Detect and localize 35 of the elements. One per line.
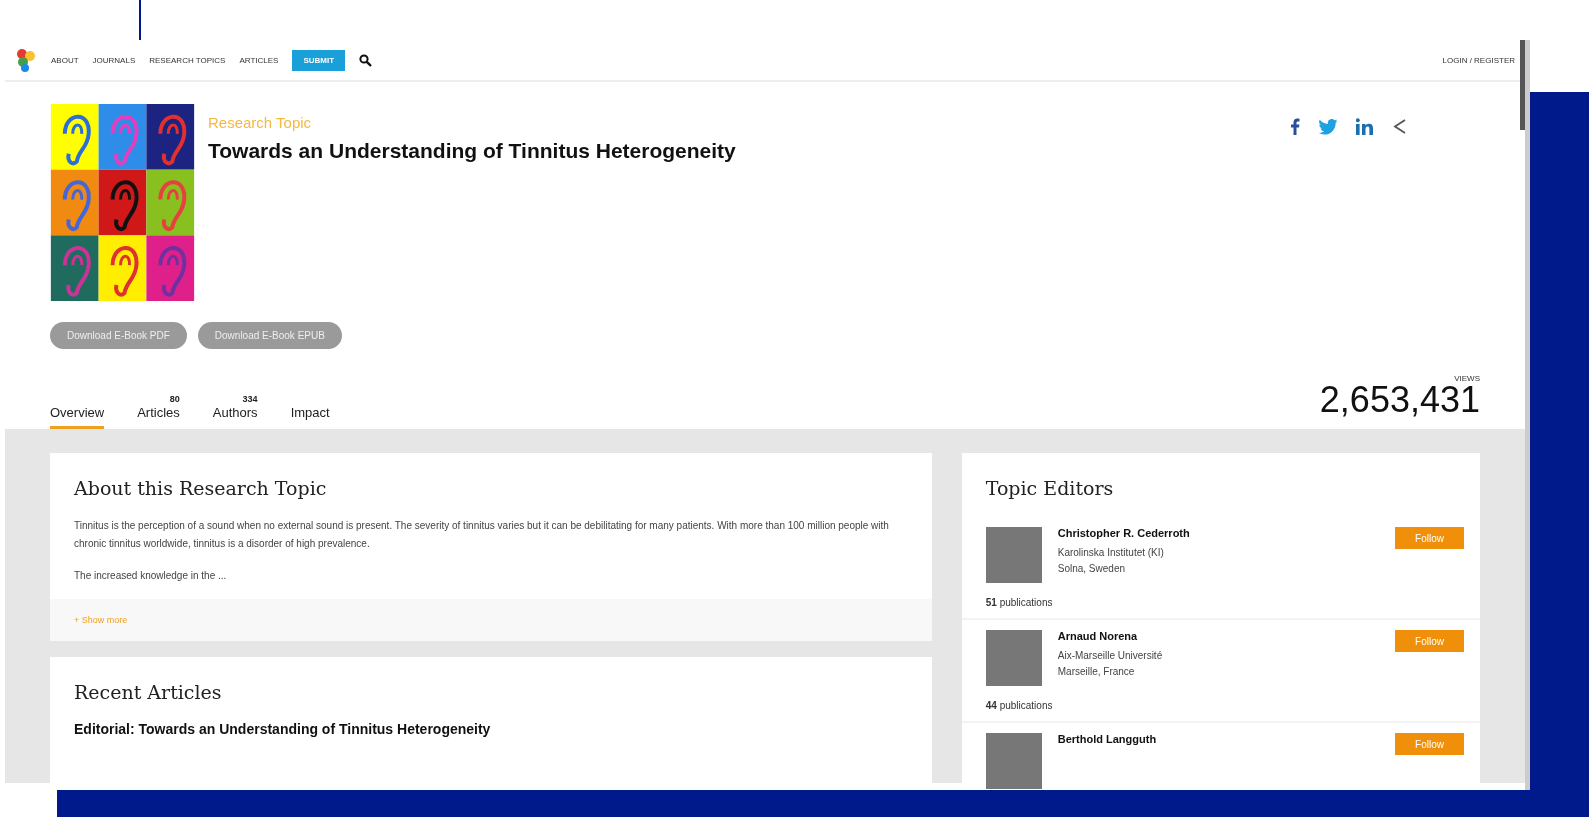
photo-placeholder — [985, 733, 1042, 789]
page-title: Towards an Understanding of Tinnitus Heterogeneity — [208, 139, 736, 163]
card-heading: Recent Articles — [73, 680, 223, 705]
nav-link[interactable]: RESEARCH TOPICS — [149, 55, 226, 65]
article-title-link[interactable]: Editorial: Towards an Understanding of Tinnitus Heterogeneity — [50, 721, 932, 737]
nav-link[interactable]: ARTICLES — [239, 55, 279, 65]
share-icon[interactable] — [1392, 118, 1408, 135]
twitter-icon[interactable] — [1318, 118, 1338, 135]
login-link[interactable]: LOGIN / REGISTER — [1442, 55, 1515, 65]
editor-affiliation: Aix-Marseille Université Marseille, France — [1057, 649, 1164, 679]
views-count: 2,653,431 — [1319, 383, 1480, 417]
views-label: VIEWS — [1454, 374, 1480, 383]
card-heading: Topic Editors — [984, 476, 1115, 501]
tab[interactable]: Impact — [290, 394, 330, 429]
tab[interactable]: 80 Articles — [137, 394, 180, 429]
scrollbar-thumb[interactable] — [1520, 40, 1525, 130]
section-label: Research Topic — [208, 114, 313, 131]
logo-icon[interactable] — [15, 48, 37, 72]
editor-name[interactable]: Arnaud Norena — [1057, 630, 1380, 642]
nav-link[interactable]: ABOUT — [51, 55, 79, 65]
search-icon[interactable] — [359, 53, 373, 67]
photo-placeholder — [985, 527, 1042, 583]
editor-name[interactable]: Berthold Langguth — [1057, 733, 1380, 745]
photo-placeholder — [985, 630, 1042, 686]
publications-count: 44 publications — [985, 700, 1054, 711]
nav-link[interactable]: JOURNALS — [92, 55, 136, 65]
card-heading: About this Research Topic — [73, 476, 328, 501]
editor-affiliation: Karolinska Institutet (KI) Solna, Sweden — [1057, 546, 1165, 576]
linkedin-icon[interactable] — [1356, 118, 1374, 135]
tab[interactable]: 334 Authors — [212, 394, 258, 429]
editor-name[interactable]: Christopher R. Cederroth — [1057, 527, 1380, 539]
description-text: The increased knowledge in the ... — [73, 569, 228, 583]
description-text: Tinnitus is the perception of a sound when no external sound is present. The severity of tinnitus varies but it can be debilitating for many patients. With more than 100 million people with chronic tinnitus worldwide, tinnitus is a disorder of high prevalence. — [73, 519, 890, 551]
facebook-icon[interactable] — [1290, 118, 1300, 135]
publications-count: 51 publications — [985, 597, 1054, 608]
